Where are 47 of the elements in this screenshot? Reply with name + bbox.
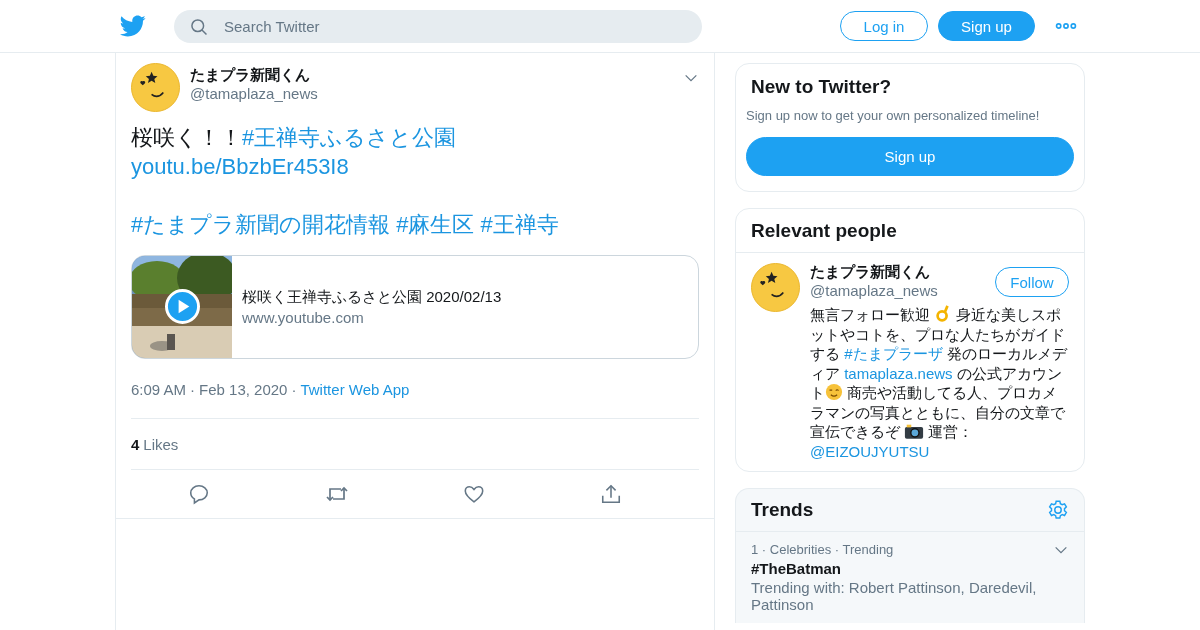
trend-context: Trending with: Robert Pattinson, Daredevil, Pattinson [751,579,1038,613]
hashtag-link[interactable]: #麻生区 [396,212,475,237]
card-domain: www.youtube.com [242,309,365,326]
trend-name[interactable]: #TheBatman [751,560,1069,577]
tweet-time: 6:09 AM [131,381,187,398]
likes-label: Likes [143,435,179,453]
separator-dot: · [190,381,196,398]
more-icon[interactable] [1055,21,1077,31]
user-bio: 無言フォロー歓迎 身近な美しスポットやコトを、プロな人たちがガイドする #たまプラーザ 発のローカルメディア tamaplaza.news の公式アカウント 商売や活動してる人、プロカメラマンの写真とともに、自分の文章で宣伝できるぞ 運営： @EIZOUJYUTSU [810,305,1069,461]
hashtag-link[interactable]: #王禅寺ふるさと公園 [242,125,457,150]
search-field[interactable]: Search Twitter [174,9,702,43]
login-button[interactable]: Log in [840,11,928,41]
bio-link[interactable]: #たまプラーザ [844,345,943,362]
search-icon [189,16,209,37]
camera-icon [904,423,925,440]
user-name[interactable]: たまプラ新聞くん [190,66,673,85]
hashtag-link[interactable]: youtu.be/BbzbEr453I8 [131,154,349,179]
hashtag-link[interactable]: #王禅寺 [480,212,559,237]
tweet-text: 桜咲く！！#王禅寺ふるさと公園 youtu.be/BbzbEr453I8 #たまプラ新聞の開花情報 #麻生区 #王禅寺 [131,124,560,239]
share-icon[interactable] [599,483,622,505]
signup-button[interactable]: Sign up [938,11,1035,41]
reply-icon[interactable] [188,483,211,505]
separator-dot: · [291,381,297,398]
user-handle[interactable]: @tamaplaza_news [190,85,673,102]
twitter-logo-icon[interactable] [120,13,146,39]
tweet-date: Feb 13, 2020 [199,381,288,398]
settings-icon[interactable] [1047,499,1069,521]
follow-button[interactable]: Follow [995,267,1069,297]
user-handle[interactable]: @tamaplaza_news [810,282,995,299]
avatar-icon[interactable] [131,63,180,112]
source-link[interactable]: Twitter Web App [300,381,410,398]
avatar-icon[interactable] [751,263,800,312]
like-icon[interactable] [463,483,486,505]
signup-button[interactable]: Sign up [746,137,1074,176]
bio-link[interactable]: @EIZOUJYUTSU [810,442,930,460]
like-count: 4 [131,435,140,453]
winking-face-icon [825,383,843,401]
card-title: 桜咲く王禅寺ふるさと公園 2020/02/13 [242,288,502,307]
bio-link[interactable]: tamaplaza.news [844,364,953,382]
trend-meta: 1 · Celebrities · Trending [751,542,894,558]
user-name[interactable]: たまプラ新聞くん [810,263,995,282]
card-heading: Trends [751,499,814,521]
card-heading: New to Twitter? [750,75,893,99]
link-preview-card[interactable]: 桜咲く王禅寺ふるさと公園 2020/02/13 www.youtube.com [131,255,699,359]
card-heading: Relevant people [736,209,1084,253]
card-subtitle: Sign up now to get your own personalized timeline! [745,108,1041,123]
hashtag-link[interactable]: #たまプラ新聞の開花情報 [131,212,391,237]
